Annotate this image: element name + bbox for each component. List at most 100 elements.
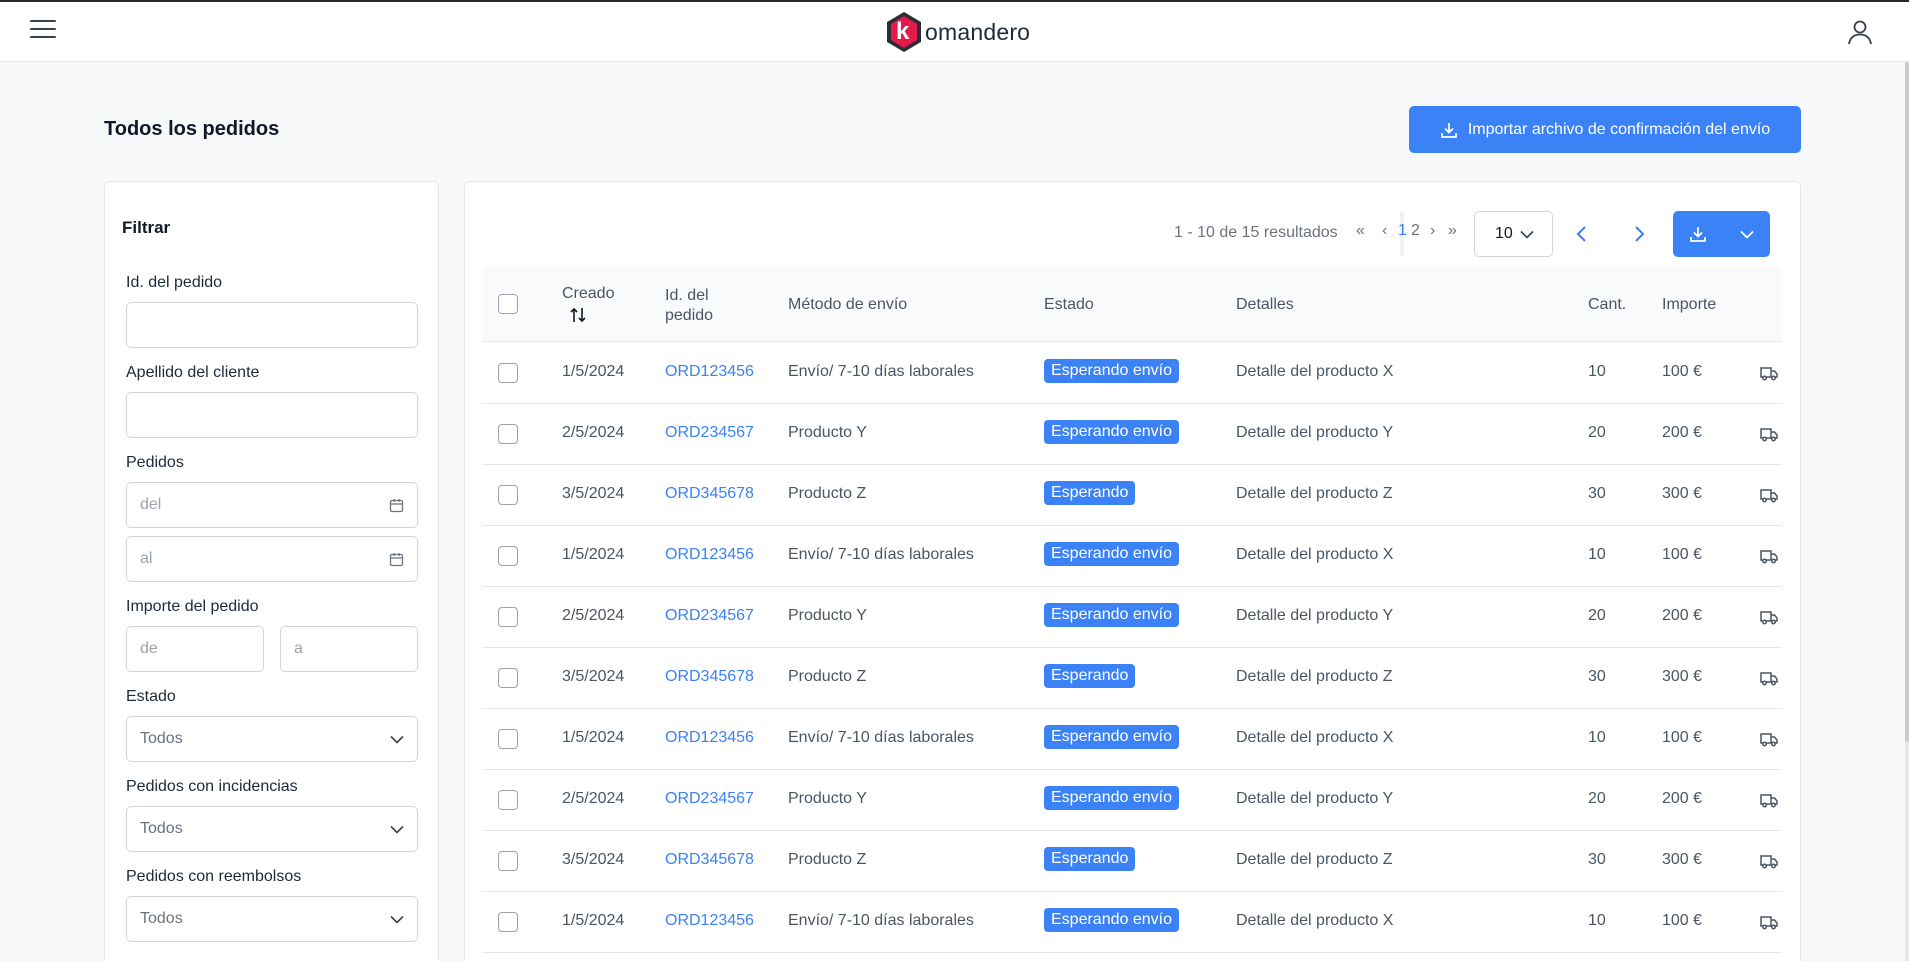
cell-order-id-link[interactable]: ORD345678 — [665, 668, 754, 686]
cell-amount: 300 € — [1662, 485, 1703, 502]
select-all-checkbox[interactable] — [498, 294, 518, 314]
cell-details: Detalle del producto Z — [1236, 485, 1393, 502]
table-row[interactable]: 2/5/2024 ORD234567 Producto Y Esperando env… — [482, 770, 1782, 831]
order-id-input[interactable] — [126, 302, 418, 348]
truck-icon[interactable] — [1760, 487, 1778, 503]
page-2-button[interactable]: 2 — [1411, 222, 1420, 240]
cell-order-id-link[interactable]: ORD123456 — [665, 729, 754, 747]
cell-order-id-link[interactable]: ORD123456 — [665, 363, 754, 381]
status-badge: Esperando envío — [1044, 908, 1179, 932]
table-row[interactable]: 2/5/2024 ORD234567 Producto Y Esperando env… — [482, 587, 1782, 648]
column-order-id-line-1: Id. del — [665, 287, 709, 304]
cell-order-id-link[interactable]: ORD345678 — [665, 485, 754, 503]
cell-details: Detalle del producto X — [1236, 546, 1394, 563]
truck-icon[interactable] — [1760, 914, 1778, 930]
cell-qty: 30 — [1588, 485, 1606, 502]
table-row[interactable]: 1/5/2024 ORD123456 Envío/ 7-10 días labora… — [482, 709, 1782, 770]
row-checkbox[interactable] — [498, 851, 518, 871]
page-1-button[interactable]: 1 — [1398, 222, 1407, 240]
truck-icon[interactable] — [1760, 365, 1778, 381]
refunds-select[interactable]: Todos — [126, 896, 418, 942]
cell-order-id-link[interactable]: ORD234567 — [665, 607, 754, 625]
table-row[interactable]: 2/5/2024 ORD234567 Producto Y Esperando env… — [482, 404, 1782, 465]
truck-icon[interactable] — [1760, 670, 1778, 686]
first-page-button[interactable]: « — [1356, 222, 1365, 240]
cell-order-id-link[interactable]: ORD234567 — [665, 790, 754, 808]
truck-icon[interactable] — [1760, 426, 1778, 442]
hamburger-menu-icon[interactable] — [30, 20, 56, 40]
calendar-icon[interactable] — [389, 552, 404, 567]
row-checkbox[interactable] — [498, 729, 518, 749]
amount-from-input[interactable]: de — [126, 626, 264, 672]
user-icon[interactable] — [1846, 18, 1874, 46]
row-checkbox[interactable] — [498, 546, 518, 566]
cell-shipping: Envío/ 7-10 días laborales — [788, 546, 974, 563]
cell-shipping: Producto Z — [788, 485, 867, 502]
truck-icon[interactable] — [1760, 548, 1778, 564]
cell-order-id-link[interactable]: ORD123456 — [665, 546, 754, 564]
column-order-id: Id. del pedido — [665, 286, 713, 326]
truck-icon[interactable] — [1760, 792, 1778, 808]
amount-to-input[interactable]: a — [280, 626, 418, 672]
date-to-input[interactable]: al — [126, 536, 418, 582]
calendar-icon[interactable] — [389, 498, 404, 513]
row-checkbox[interactable] — [498, 363, 518, 383]
last-page-button[interactable]: » — [1448, 222, 1457, 240]
scrollbar-thumb[interactable] — [1905, 62, 1909, 742]
brand-logo[interactable]: k omandero — [884, 8, 1030, 56]
cell-amount: 100 € — [1662, 546, 1703, 563]
export-options-dropdown[interactable] — [1723, 211, 1770, 257]
column-order-id-line-2: pedido — [665, 307, 714, 324]
incidents-select[interactable]: Todos — [126, 806, 418, 852]
export-split-button[interactable] — [1673, 211, 1770, 257]
brand-name: omandero — [925, 18, 1031, 45]
date-from-placeholder: del — [140, 496, 162, 513]
chevron-left-icon[interactable] — [1572, 224, 1592, 244]
per-page-value: 10 — [1495, 225, 1513, 242]
cell-order-id-link[interactable]: ORD234567 — [665, 424, 754, 442]
table-row[interactable]: 1/5/2024 ORD123456 Envío/ 7-10 días labora… — [482, 526, 1782, 587]
row-checkbox[interactable] — [498, 790, 518, 810]
status-label: Estado — [126, 688, 176, 705]
table-row[interactable]: 3/5/2024 ORD345678 Producto Z Esperando Deta… — [482, 648, 1782, 709]
import-shipping-confirmation-button[interactable]: Importar archivo de confirmación del env… — [1409, 106, 1801, 153]
cell-shipping: Producto Z — [788, 851, 867, 868]
table-row[interactable]: 3/5/2024 ORD345678 Producto Z Esperando Deta… — [482, 465, 1782, 526]
orders-table-panel: 1 - 10 de 15 resultados « ‹ 1 2 › » 10 C… — [464, 181, 1801, 961]
cell-qty: 10 — [1588, 546, 1606, 563]
last-name-input[interactable] — [126, 392, 418, 438]
table-row[interactable]: 1/5/2024 ORD123456 Envío/ 7-10 días labora… — [482, 343, 1782, 404]
cell-created: 3/5/2024 — [562, 851, 625, 868]
row-checkbox[interactable] — [498, 912, 518, 932]
per-page-select[interactable]: 10 — [1474, 211, 1553, 257]
table-header: Creado Id. del pedido Método de envío Es… — [482, 267, 1782, 342]
chevron-down-icon — [390, 825, 404, 834]
table-row[interactable]: 3/5/2024 ORD345678 Producto Z Esperando Deta… — [482, 831, 1782, 892]
truck-icon[interactable] — [1760, 731, 1778, 747]
chevron-right-icon[interactable] — [1629, 224, 1649, 244]
table-row[interactable]: 1/5/2024 ORD123456 Envío/ 7-10 días labora… — [482, 892, 1782, 953]
cell-order-id-link[interactable]: ORD345678 — [665, 851, 754, 869]
status-select[interactable]: Todos — [126, 716, 418, 762]
truck-icon[interactable] — [1760, 853, 1778, 869]
row-checkbox[interactable] — [498, 607, 518, 627]
row-checkbox[interactable] — [498, 485, 518, 505]
cell-shipping: Envío/ 7-10 días laborales — [788, 729, 974, 746]
cell-order-id-link[interactable]: ORD123456 — [665, 912, 754, 930]
export-download-button[interactable] — [1673, 211, 1723, 257]
amount-to-placeholder: a — [294, 640, 303, 657]
sort-icon[interactable] — [569, 306, 587, 324]
date-from-input[interactable]: del — [126, 482, 418, 528]
column-created[interactable]: Creado — [562, 284, 614, 330]
truck-icon[interactable] — [1760, 609, 1778, 625]
incidents-label: Pedidos con incidencias — [126, 778, 298, 795]
row-checkbox[interactable] — [498, 424, 518, 444]
orders-date-label: Pedidos — [126, 454, 184, 471]
prev-page-button[interactable]: ‹ — [1382, 222, 1387, 240]
top-bar: k omandero — [0, 0, 1909, 62]
column-shipping: Método de envío — [788, 296, 908, 313]
amount-from-placeholder: de — [140, 640, 158, 657]
next-page-button[interactable]: › — [1430, 222, 1435, 240]
page-scrollbar[interactable] — [1905, 62, 1909, 961]
row-checkbox[interactable] — [498, 668, 518, 688]
